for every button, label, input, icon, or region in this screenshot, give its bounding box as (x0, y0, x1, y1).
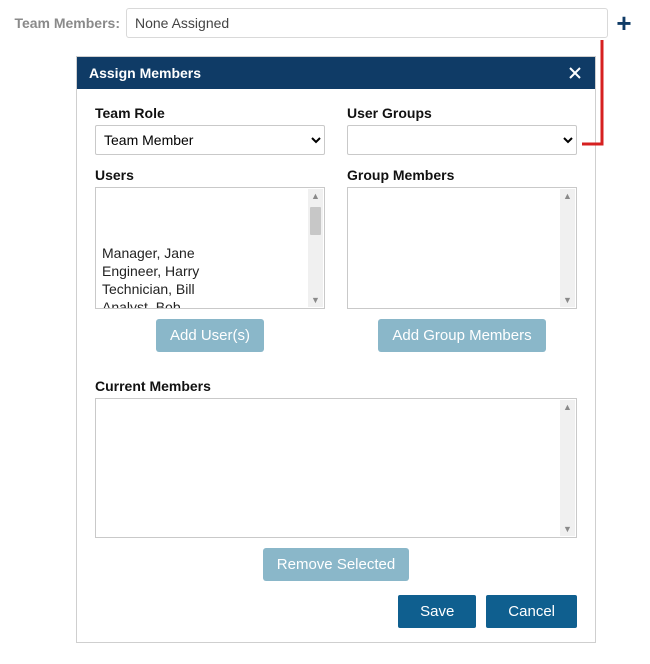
list-item[interactable]: Manager, Jane (102, 244, 306, 262)
scroll-down-icon[interactable]: ▼ (560, 293, 575, 307)
users-label: Users (95, 167, 325, 183)
list-item[interactable]: Analyst, Bob (102, 298, 306, 309)
close-icon[interactable] (567, 65, 583, 81)
modal-header: Assign Members (77, 57, 595, 89)
add-users-button[interactable]: Add User(s) (156, 319, 264, 352)
cancel-button[interactable]: Cancel (486, 595, 577, 628)
scroll-thumb[interactable] (310, 207, 321, 235)
assign-members-modal: Assign Members Team Role Team Member Use… (76, 56, 596, 643)
team-role-label: Team Role (95, 105, 325, 121)
scroll-up-icon[interactable]: ▲ (308, 189, 323, 203)
list-item[interactable]: Engineer, Harry (102, 262, 306, 280)
user-groups-select[interactable] (347, 125, 577, 155)
list-item[interactable]: Technician, Bill (102, 280, 306, 298)
team-role-select[interactable]: Team Member (95, 125, 325, 155)
modal-title: Assign Members (89, 65, 201, 81)
scrollbar[interactable]: ▲ ▼ (560, 189, 575, 307)
add-team-member-button[interactable]: + (616, 10, 631, 36)
add-group-members-button[interactable]: Add Group Members (378, 319, 545, 352)
save-button[interactable]: Save (398, 595, 476, 628)
scroll-down-icon[interactable]: ▼ (308, 293, 323, 307)
team-members-label: Team Members: (10, 15, 126, 31)
team-members-input[interactable] (126, 8, 608, 38)
group-members-label: Group Members (347, 167, 577, 183)
remove-selected-button[interactable]: Remove Selected (263, 548, 409, 581)
users-listbox[interactable]: Manager, Jane Engineer, Harry Technician… (95, 187, 325, 309)
scrollbar[interactable]: ▲ ▼ (560, 400, 575, 536)
user-groups-label: User Groups (347, 105, 577, 121)
current-members-listbox[interactable]: ▲ ▼ (95, 398, 577, 538)
scroll-up-icon[interactable]: ▲ (560, 189, 575, 203)
scrollbar[interactable]: ▲ ▼ (308, 189, 323, 307)
current-members-label: Current Members (95, 378, 577, 394)
scroll-down-icon[interactable]: ▼ (560, 522, 575, 536)
scroll-up-icon[interactable]: ▲ (560, 400, 575, 414)
group-members-listbox[interactable]: ▲ ▼ (347, 187, 577, 309)
